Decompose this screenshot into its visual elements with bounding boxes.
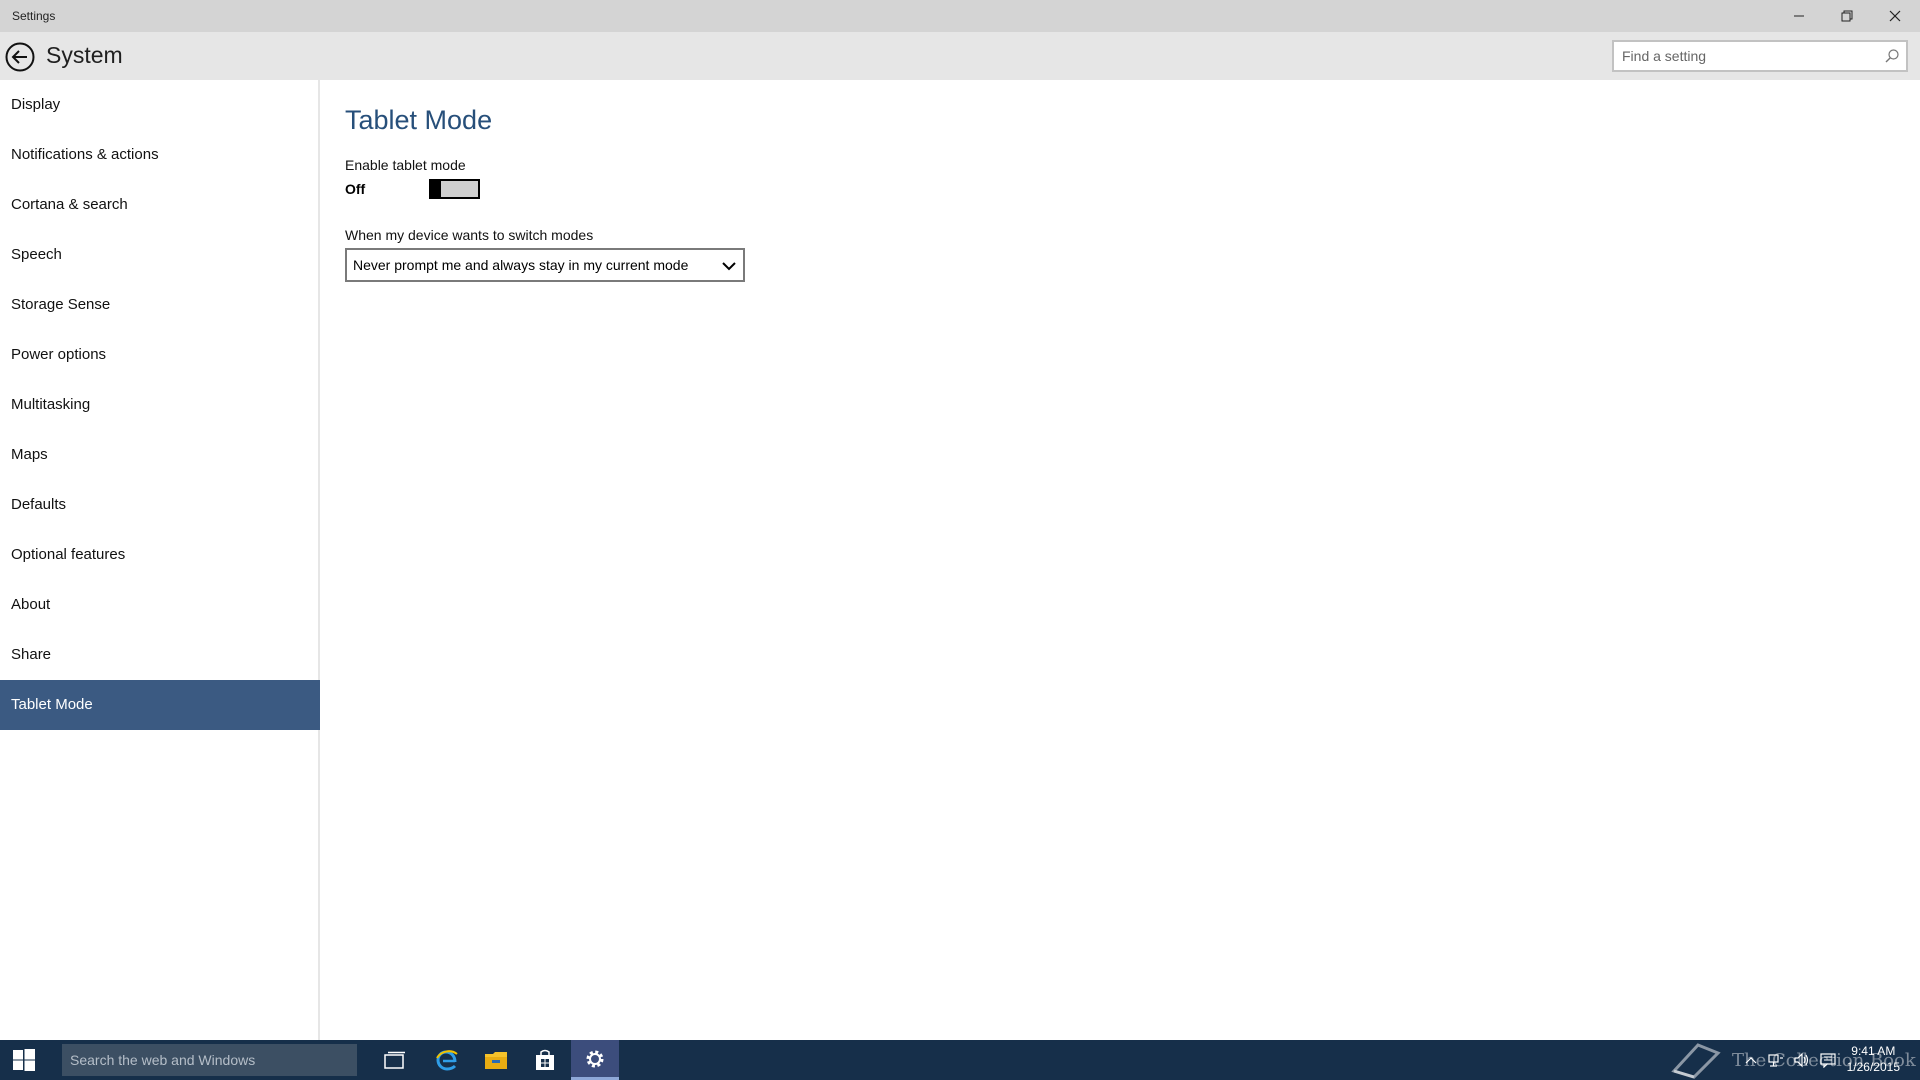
task-view-icon: [384, 1051, 405, 1069]
chevron-down-icon: [722, 262, 736, 271]
page-title: Tablet Mode: [345, 105, 493, 135]
search-input[interactable]: [1622, 46, 1872, 66]
show-hidden-icons[interactable]: [1743, 1052, 1759, 1068]
sidebar-item-multitasking[interactable]: Multitasking: [0, 380, 320, 430]
edge-button[interactable]: [423, 1040, 471, 1080]
action-center-tray[interactable]: [1820, 1052, 1836, 1068]
sidebar-item-cortana[interactable]: Cortana & search: [0, 180, 320, 230]
volume-tray[interactable]: [1793, 1052, 1809, 1068]
book-icon: [1671, 1043, 1721, 1079]
sidebar-item-share[interactable]: Share: [0, 630, 320, 680]
switch-modes-dropdown[interactable]: Never prompt me and always stay in my cu…: [345, 248, 745, 282]
start-button[interactable]: [0, 1040, 48, 1080]
sidebar: Display Notifications & actions Cortana …: [0, 80, 320, 1040]
network-icon: [1768, 1054, 1783, 1067]
sidebar-item-speech[interactable]: Speech: [0, 230, 320, 280]
file-explorer-button[interactable]: [472, 1040, 520, 1080]
taskbar-clock[interactable]: 9:41 AM 1/26/2015: [1847, 1043, 1900, 1075]
restore-button[interactable]: [1823, 0, 1871, 32]
tablet-mode-label: Enable tablet mode: [345, 157, 466, 173]
sidebar-item-notifications[interactable]: Notifications & actions: [0, 130, 320, 180]
clock-time: 9:41 AM: [1851, 1044, 1896, 1058]
window-title: Settings: [12, 9, 56, 23]
back-arrow-icon: [5, 42, 35, 72]
restore-icon: [1841, 10, 1853, 22]
sidebar-item-display[interactable]: Display: [0, 80, 320, 130]
section-title: System: [46, 42, 123, 68]
taskbar-search-input[interactable]: [70, 1050, 350, 1070]
sidebar-item-optional-features[interactable]: Optional features: [0, 530, 320, 580]
sidebar-item-maps[interactable]: Maps: [0, 430, 320, 480]
minimize-icon: [1794, 15, 1804, 17]
close-button[interactable]: [1871, 0, 1919, 32]
back-button[interactable]: [4, 41, 36, 73]
search-icon[interactable]: [1884, 48, 1900, 64]
taskbar: The Collection Book 9:41 AM 1/26/2015: [0, 1040, 1920, 1080]
minimize-button[interactable]: [1775, 0, 1823, 32]
sidebar-item-power-options[interactable]: Power options: [0, 330, 320, 380]
settings-icon: [586, 1050, 604, 1067]
close-icon: [1889, 10, 1901, 22]
settings-app-button[interactable]: [571, 1040, 619, 1080]
tablet-mode-state: Off: [345, 181, 366, 197]
volume-icon: [1794, 1052, 1809, 1068]
windows-logo-icon: [13, 1049, 35, 1071]
toggle-knob: [429, 179, 441, 199]
clock-date: 1/26/2015: [1846, 1060, 1900, 1074]
sidebar-item-about[interactable]: About: [0, 580, 320, 630]
edge-icon: [436, 1050, 458, 1071]
tablet-mode-toggle[interactable]: [429, 179, 480, 199]
chevron-up-icon: [1745, 1057, 1757, 1064]
network-tray[interactable]: [1768, 1052, 1784, 1068]
sidebar-item-defaults[interactable]: Defaults: [0, 480, 320, 530]
taskbar-search[interactable]: [62, 1044, 357, 1076]
store-button[interactable]: [521, 1040, 569, 1080]
file-explorer-icon: [485, 1052, 507, 1069]
sidebar-item-storage-sense[interactable]: Storage Sense: [0, 280, 320, 330]
switch-modes-value: Never prompt me and always stay in my cu…: [353, 257, 689, 273]
store-icon: [536, 1049, 554, 1070]
find-setting-search[interactable]: [1612, 40, 1908, 72]
title-bar: Settings: [0, 0, 1920, 32]
task-view-button[interactable]: [371, 1040, 419, 1080]
main-content: Tablet Mode Enable tablet mode Off When …: [322, 80, 1920, 1040]
action-center-icon: [1820, 1053, 1836, 1068]
settings-header: System: [0, 32, 1920, 80]
switch-modes-label: When my device wants to switch modes: [345, 227, 594, 243]
sidebar-item-tablet-mode[interactable]: Tablet Mode: [0, 680, 320, 730]
